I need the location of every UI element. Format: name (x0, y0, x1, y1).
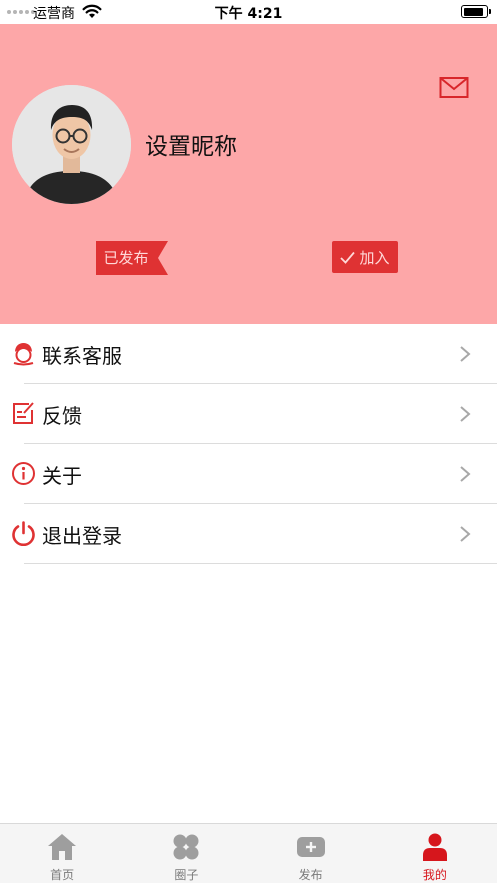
menu-item-label: 关于 (42, 464, 82, 488)
tab-label: 圈子 (174, 868, 199, 882)
chevron-right-icon (460, 466, 471, 482)
published-tag[interactable]: 已发布 (96, 241, 168, 275)
tab-label: 发布 (298, 868, 323, 882)
feedback-icon (13, 402, 34, 424)
publish-icon (296, 837, 325, 857)
nickname-link[interactable]: 设置昵称 (145, 127, 237, 161)
chevron-right-icon (460, 406, 471, 422)
power-icon (12, 521, 35, 546)
profile-header: 设置昵称 已发布 加入 (0, 24, 497, 324)
menu-item-logout[interactable]: 退出登录 (0, 504, 497, 564)
menu-item-customer-service[interactable]: 联系客服 (0, 324, 497, 384)
tab-publish[interactable]: 发布 (249, 824, 373, 883)
checkmark-icon (340, 251, 356, 264)
info-icon (12, 462, 35, 485)
tab-home[interactable]: 首页 (0, 824, 124, 883)
join-button-label: 加入 (359, 248, 390, 267)
tab-label: 我的 (422, 868, 447, 882)
join-button[interactable]: 加入 (332, 241, 398, 273)
circles-icon (173, 834, 199, 860)
menu-item-about[interactable]: 关于 (0, 444, 497, 504)
tab-profile[interactable]: 我的 (373, 824, 497, 883)
tab-circles[interactable]: 圈子 (124, 824, 248, 883)
chevron-right-icon (460, 346, 471, 362)
battery-level (463, 7, 483, 16)
profile-icon (422, 833, 447, 861)
tab-bar: 首页 圈子 发布 我的 (0, 823, 497, 883)
settings-menu: 联系客服 反馈 关于 退出登录 (0, 324, 497, 564)
battery-icon (461, 5, 491, 18)
avatar-photo (12, 85, 131, 204)
tab-label: 首页 (50, 868, 75, 882)
menu-item-label: 联系客服 (42, 344, 122, 368)
mail-icon[interactable] (439, 76, 469, 100)
home-icon (48, 834, 77, 860)
divider (24, 563, 497, 564)
menu-item-label: 退出登录 (42, 524, 122, 548)
published-tag-label: 已发布 (103, 249, 149, 267)
chevron-right-icon (460, 526, 471, 542)
status-bar: 运营商 下午 4:21 (0, 0, 497, 24)
menu-item-feedback[interactable]: 反馈 (0, 384, 497, 444)
status-time: 下午 4:21 (214, 6, 283, 22)
avatar[interactable] (12, 85, 131, 204)
customer-service-icon (13, 343, 34, 366)
menu-item-label: 反馈 (42, 404, 82, 428)
